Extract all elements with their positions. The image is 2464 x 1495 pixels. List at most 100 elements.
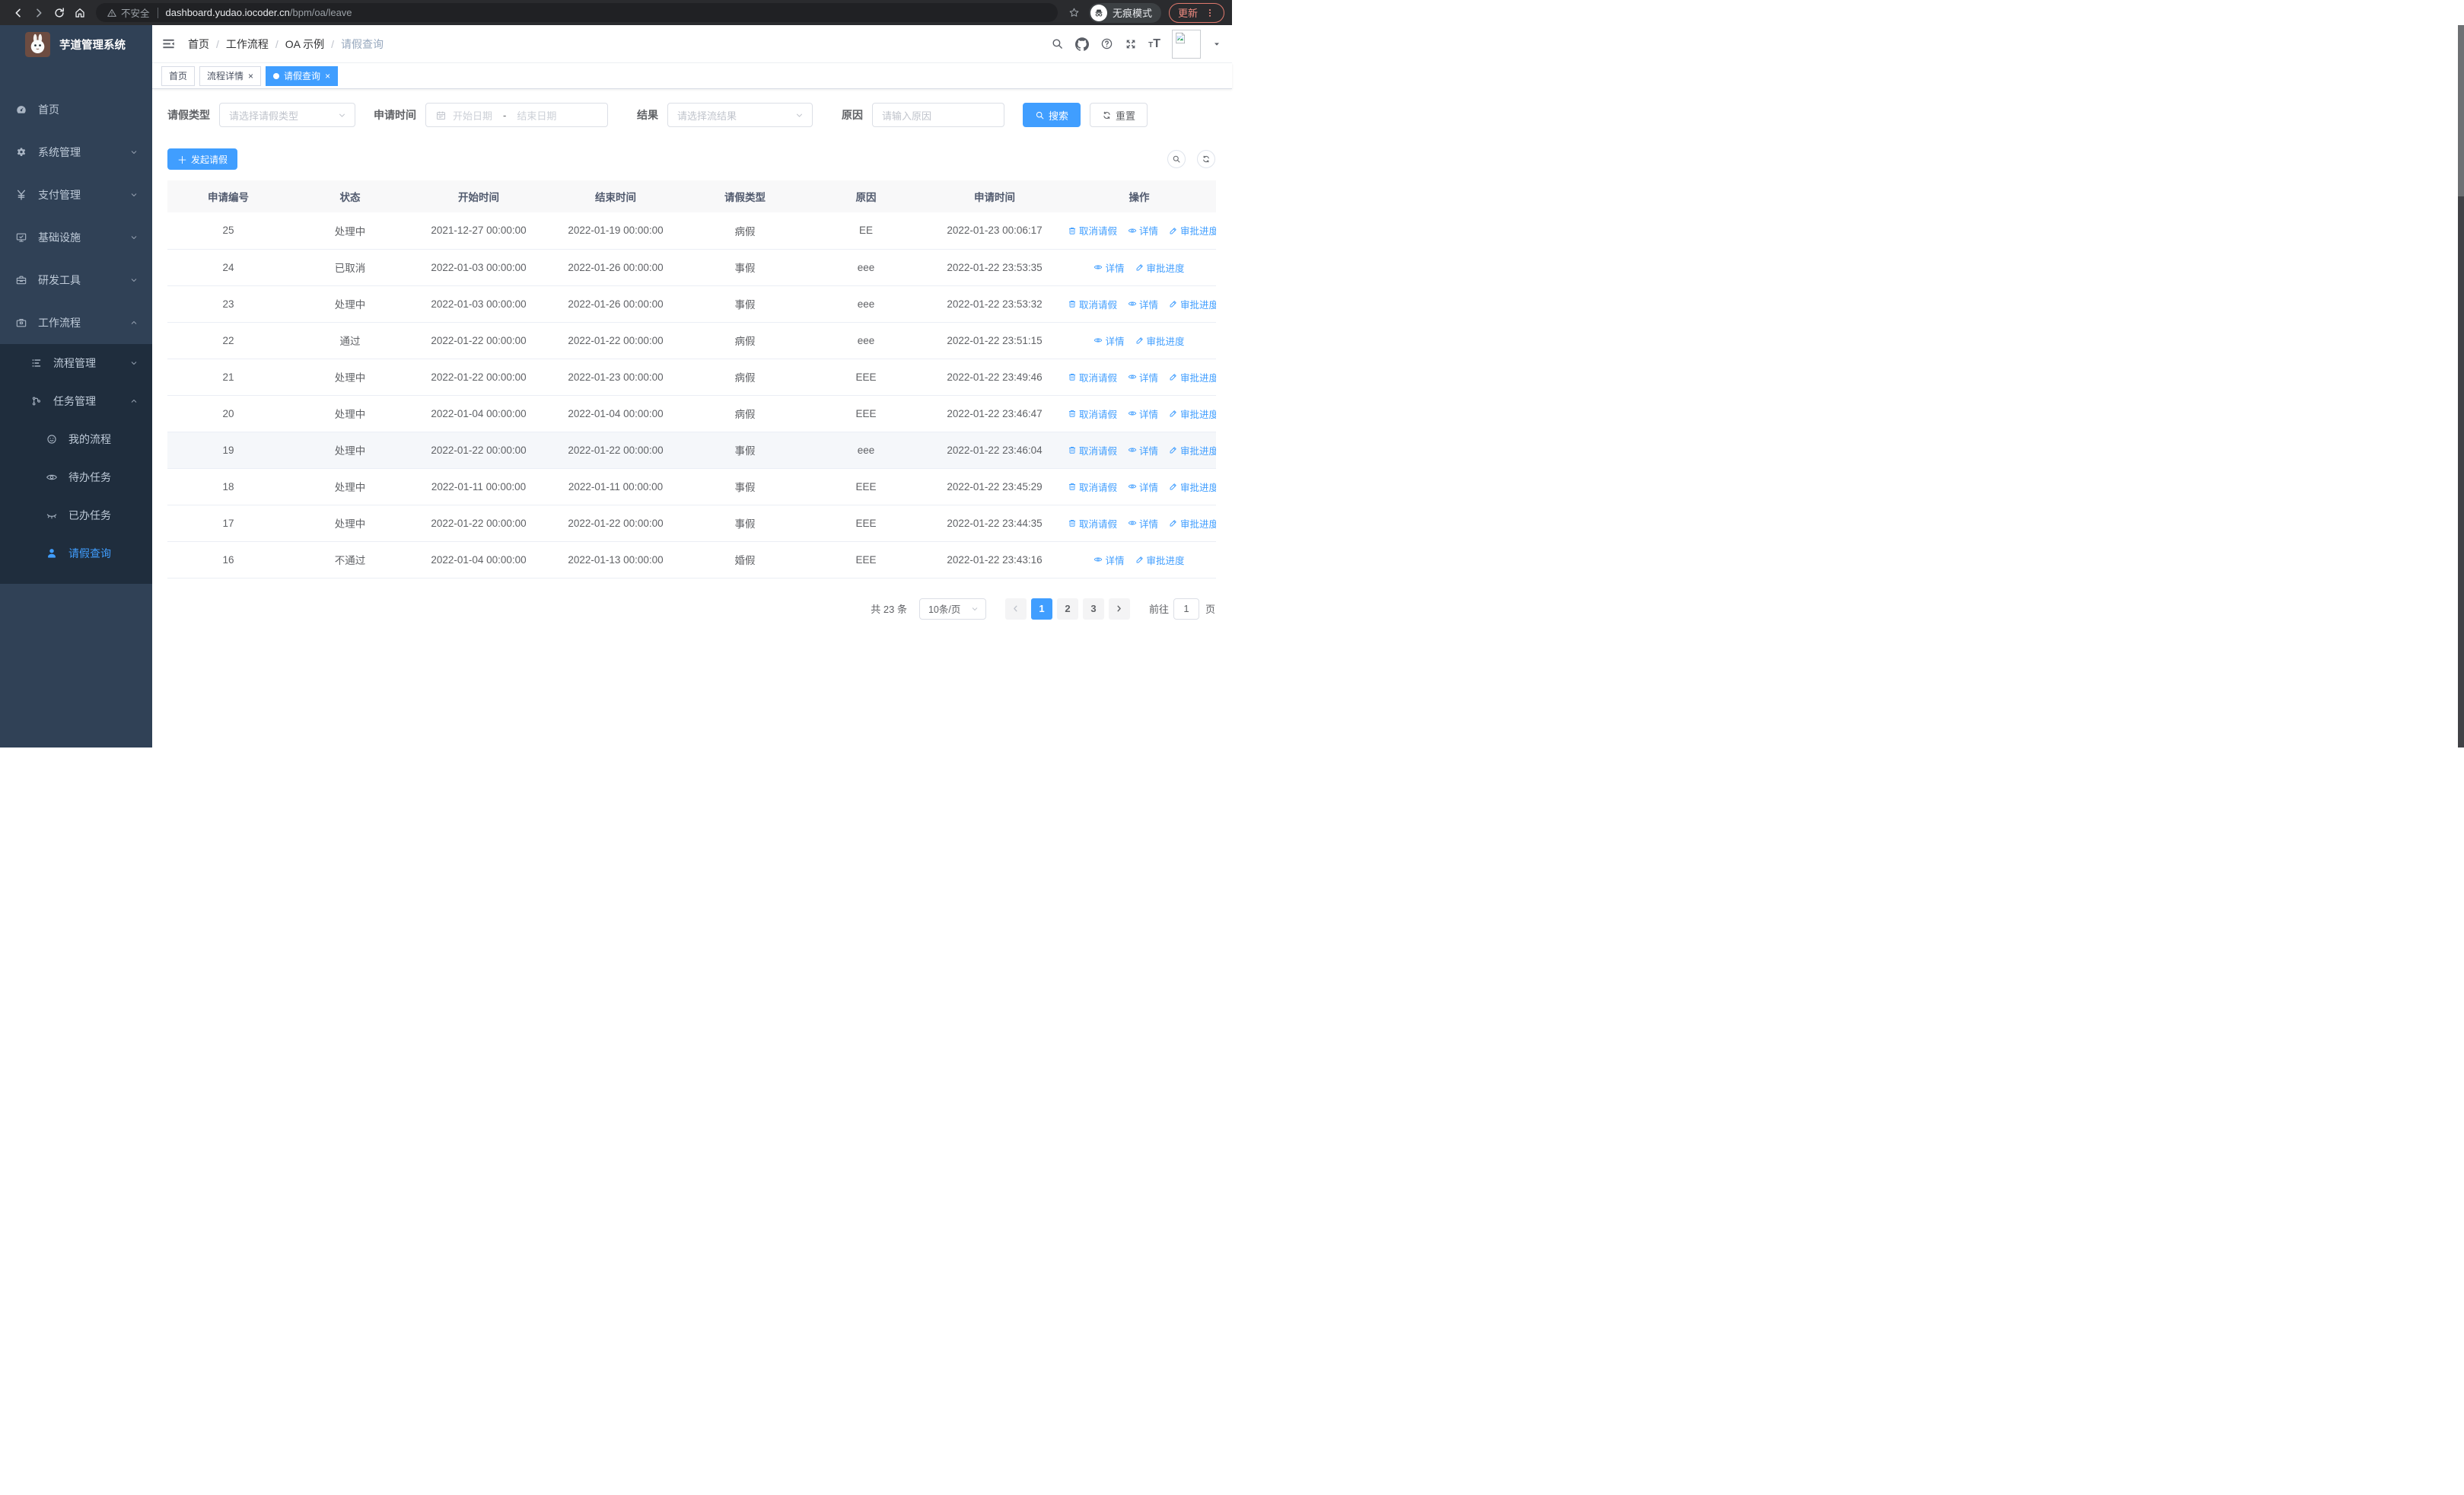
help-icon[interactable]	[1100, 37, 1113, 50]
detail-link[interactable]: 详情	[1128, 406, 1158, 421]
result-select[interactable]: 请选择流结果	[667, 103, 813, 127]
cell-reason: EEE	[805, 395, 927, 432]
cancel-link[interactable]: 取消请假	[1068, 443, 1117, 457]
reason-input[interactable]: 请输入原因	[872, 103, 1004, 127]
cell-end-time: 2022-01-13 00:00:00	[546, 541, 685, 579]
action-label: 审批进度	[1180, 372, 1216, 384]
progress-link[interactable]: 审批进度	[1169, 516, 1216, 531]
refresh-table-button[interactable]	[1197, 150, 1215, 168]
browser-toolbar: 不安全 dashboard.yudao.iocoder.cn/bpm/oa/le…	[0, 0, 1232, 25]
sidebar-collapse-icon[interactable]	[161, 37, 176, 51]
breadcrumb-item[interactable]: 首页	[188, 37, 209, 52]
table-row: 23 处理中 2022-01-03 00:00:00 2022-01-26 00:00…	[167, 285, 1216, 323]
pagination-prev-button[interactable]	[1004, 598, 1027, 620]
search-button[interactable]: 搜索	[1023, 103, 1081, 127]
sidebar-item-todo-tasks[interactable]: 待办任务	[0, 458, 152, 496]
pagination-page-3[interactable]: 3	[1082, 598, 1104, 620]
detail-link[interactable]: 详情	[1128, 443, 1158, 457]
toggle-search-button[interactable]	[1167, 150, 1186, 168]
font-size-icon[interactable]: TT	[1148, 37, 1160, 50]
sidebar-item-process-mgmt[interactable]: 流程管理	[0, 344, 152, 382]
fullscreen-icon[interactable]	[1125, 38, 1137, 50]
detail-link[interactable]: 详情	[1128, 223, 1158, 237]
sidebar-item-workflow[interactable]: 工作流程	[0, 301, 152, 344]
cell-status: 处理中	[289, 285, 411, 323]
cancel-link[interactable]: 取消请假	[1068, 297, 1117, 311]
breadcrumb-item[interactable]: 工作流程	[226, 37, 269, 52]
sidebar-item-done-tasks[interactable]: 已办任务	[0, 496, 152, 534]
browser-scrollbar[interactable]	[2458, 25, 2464, 748]
update-button[interactable]: 更新	[1168, 2, 1224, 23]
view-tab[interactable]: 首页	[161, 65, 196, 86]
cell-id: 22	[167, 322, 289, 359]
pagination-page-1[interactable]: 1	[1030, 598, 1052, 620]
progress-link[interactable]: 审批进度	[1135, 553, 1185, 567]
pagination-next-button[interactable]	[1108, 598, 1130, 620]
action-label: 审批进度	[1180, 445, 1216, 457]
avatar[interactable]	[1172, 29, 1201, 59]
browser-back-button[interactable]	[8, 2, 28, 23]
sidebar-item-infrastructure[interactable]: 基础设施	[0, 216, 152, 259]
tab-close-icon[interactable]: ×	[325, 72, 330, 81]
progress-link[interactable]: 审批进度	[1135, 260, 1185, 275]
cancel-link[interactable]: 取消请假	[1068, 406, 1117, 421]
progress-link[interactable]: 审批进度	[1169, 443, 1216, 457]
cell-start-time: 2022-01-03 00:00:00	[411, 249, 546, 286]
progress-link[interactable]: 审批进度	[1169, 370, 1216, 384]
chevron-down-icon	[970, 604, 979, 614]
leave-type-select[interactable]: 请选择请假类型	[219, 103, 355, 127]
bookmark-star-icon[interactable]	[1064, 2, 1084, 23]
browser-menu-icon[interactable]	[1205, 8, 1215, 18]
sidebar-item-home[interactable]: 首页	[0, 88, 152, 131]
edit-icon	[1135, 336, 1144, 345]
tab-close-icon[interactable]: ×	[248, 72, 253, 81]
header-search-icon[interactable]	[1051, 37, 1064, 50]
site-security-chip[interactable]: 不安全	[107, 5, 150, 20]
apply-time-range-picker[interactable]: 开始日期 - 结束日期	[425, 103, 608, 127]
detail-link[interactable]: 详情	[1094, 260, 1125, 275]
cancel-link[interactable]: 取消请假	[1068, 223, 1117, 237]
detail-link[interactable]: 详情	[1128, 370, 1158, 384]
scrollbar-thumb[interactable]	[2458, 25, 2464, 196]
sidebar-item-payment[interactable]: 支付管理	[0, 174, 152, 216]
sidebar-item-my-process[interactable]: 我的流程	[0, 420, 152, 458]
chevron-up-icon	[129, 318, 138, 327]
cancel-link[interactable]: 取消请假	[1068, 370, 1117, 384]
cell-leave-type: 病假	[685, 322, 805, 359]
app-logo-row[interactable]: 芋道管理系统	[0, 25, 152, 63]
detail-link[interactable]: 详情	[1128, 297, 1158, 311]
page-size-select[interactable]: 10条/页	[918, 598, 986, 620]
detail-link[interactable]: 详情	[1094, 333, 1125, 348]
view-tab[interactable]: 请假查询 ×	[266, 65, 339, 86]
action-label: 审批进度	[1180, 299, 1216, 311]
progress-link[interactable]: 审批进度	[1169, 406, 1216, 421]
pagination-page-2[interactable]: 2	[1056, 598, 1078, 620]
user-menu-caret-icon[interactable]	[1212, 40, 1221, 49]
browser-reload-button[interactable]	[49, 2, 69, 23]
cancel-link[interactable]: 取消请假	[1068, 516, 1117, 531]
github-icon[interactable]	[1075, 37, 1090, 51]
detail-link[interactable]: 详情	[1128, 516, 1158, 531]
breadcrumb-item[interactable]: OA 示例	[285, 37, 324, 52]
update-label: 更新	[1177, 8, 1198, 19]
create-leave-button[interactable]: ＋ 发起请假	[167, 148, 238, 170]
address-bar[interactable]: 不安全 dashboard.yudao.iocoder.cn/bpm/oa/le…	[96, 3, 1058, 22]
progress-link[interactable]: 审批进度	[1135, 333, 1185, 348]
action-label: 审批进度	[1180, 482, 1216, 493]
sidebar-item-leave-query[interactable]: 请假查询	[0, 534, 152, 572]
browser-forward-button[interactable]	[28, 2, 49, 23]
sidebar-item-system[interactable]: 系统管理	[0, 131, 152, 174]
progress-link[interactable]: 审批进度	[1169, 297, 1216, 311]
detail-link[interactable]: 详情	[1128, 480, 1158, 494]
detail-link[interactable]: 详情	[1094, 553, 1125, 567]
reset-button[interactable]: 重置	[1090, 103, 1148, 127]
cell-id: 16	[167, 541, 289, 579]
sidebar-item-task-mgmt[interactable]: 任务管理	[0, 382, 152, 420]
progress-link[interactable]: 审批进度	[1169, 223, 1216, 237]
sidebar-item-devtools[interactable]: 研发工具	[0, 259, 152, 301]
progress-link[interactable]: 审批进度	[1169, 480, 1216, 494]
goto-page-input[interactable]: 1	[1173, 598, 1199, 620]
cancel-link[interactable]: 取消请假	[1068, 480, 1117, 494]
view-tab[interactable]: 流程详情 ×	[199, 65, 262, 86]
browser-home-button[interactable]	[69, 2, 90, 23]
